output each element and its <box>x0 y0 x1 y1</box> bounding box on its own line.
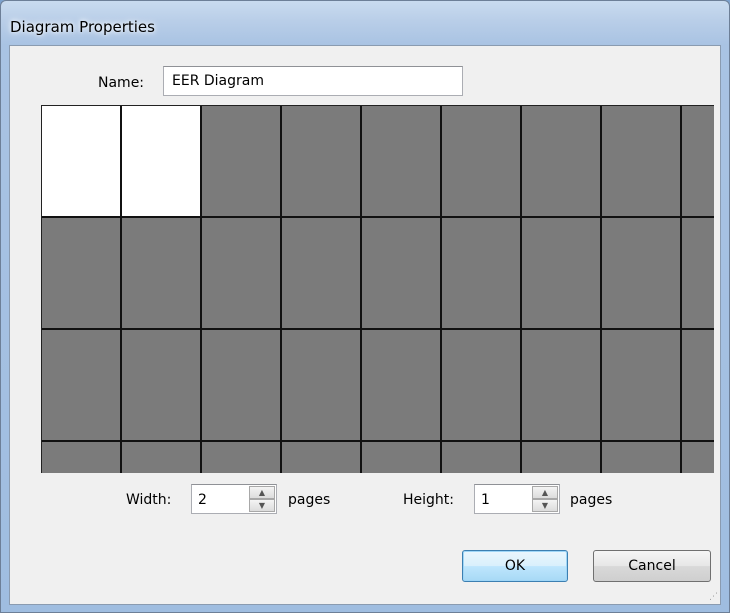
page-cell[interactable] <box>122 218 202 330</box>
resize-grip-icon[interactable]: ⋰ <box>709 593 718 602</box>
spin-up-arrow-icon[interactable]: ▲ <box>249 486 275 499</box>
page-cell[interactable] <box>362 442 442 473</box>
page-cell[interactable] <box>602 218 682 330</box>
cancel-button[interactable]: Cancel <box>593 550 711 582</box>
page-cell[interactable] <box>522 442 602 473</box>
page-cell[interactable] <box>442 330 522 442</box>
page-cell[interactable] <box>282 330 362 442</box>
height-spin-buttons: ▲ ▼ <box>532 486 558 512</box>
name-label: Name: <box>98 75 145 91</box>
page-cell[interactable] <box>602 442 682 473</box>
height-unit-label: pages <box>570 492 613 508</box>
page-cell[interactable] <box>202 442 282 473</box>
page-cell[interactable] <box>682 218 714 330</box>
page-cell[interactable] <box>442 106 522 218</box>
page-cell[interactable] <box>202 106 282 218</box>
page-cell[interactable] <box>682 442 714 473</box>
page-cell[interactable] <box>682 330 714 442</box>
width-spinner[interactable]: 2 ▲ ▼ <box>191 484 277 514</box>
page-cell[interactable] <box>362 218 442 330</box>
diagram-properties-dialog: Diagram Properties Name: Width: 2 ▲ ▼ pa… <box>0 0 730 613</box>
width-value[interactable]: 2 <box>198 492 207 508</box>
diagram-name-input[interactable] <box>163 66 463 96</box>
page-cell[interactable] <box>202 218 282 330</box>
page-cell-selected[interactable] <box>122 106 202 218</box>
width-label: Width: <box>126 492 172 508</box>
page-cell[interactable] <box>602 106 682 218</box>
page-cell[interactable] <box>202 330 282 442</box>
ok-button[interactable]: OK <box>462 550 568 582</box>
page-cell[interactable] <box>522 218 602 330</box>
page-cell[interactable] <box>522 106 602 218</box>
page-cell[interactable] <box>442 442 522 473</box>
width-unit-label: pages <box>288 492 331 508</box>
page-cell[interactable] <box>42 218 122 330</box>
page-dimensions-row: Width: 2 ▲ ▼ pages Height: 1 ▲ ▼ pages <box>10 484 720 514</box>
title-bar[interactable]: Diagram Properties <box>1 1 729 45</box>
page-cell[interactable] <box>42 330 122 442</box>
page-size-grid[interactable] <box>41 105 714 473</box>
dialog-title: Diagram Properties <box>10 18 155 36</box>
page-cell[interactable] <box>122 442 202 473</box>
page-cell[interactable] <box>442 218 522 330</box>
height-label: Height: <box>403 492 454 508</box>
page-cell[interactable] <box>282 442 362 473</box>
page-cell[interactable] <box>282 106 362 218</box>
page-cell[interactable] <box>42 442 122 473</box>
page-cell[interactable] <box>522 330 602 442</box>
height-spinner[interactable]: 1 ▲ ▼ <box>474 484 560 514</box>
page-cell[interactable] <box>362 106 442 218</box>
page-cell[interactable] <box>602 330 682 442</box>
spin-up-arrow-icon[interactable]: ▲ <box>532 486 558 499</box>
page-cell[interactable] <box>282 218 362 330</box>
height-value[interactable]: 1 <box>481 492 490 508</box>
page-cell[interactable] <box>122 330 202 442</box>
page-cell[interactable] <box>362 330 442 442</box>
page-cell-selected[interactable] <box>42 106 122 218</box>
width-spin-buttons: ▲ ▼ <box>249 486 275 512</box>
spin-down-arrow-icon[interactable]: ▼ <box>249 499 275 512</box>
spin-down-arrow-icon[interactable]: ▼ <box>532 499 558 512</box>
dialog-content: Name: Width: 2 ▲ ▼ pages Height: 1 ▲ ▼ <box>9 45 721 605</box>
page-cell[interactable] <box>682 106 714 218</box>
